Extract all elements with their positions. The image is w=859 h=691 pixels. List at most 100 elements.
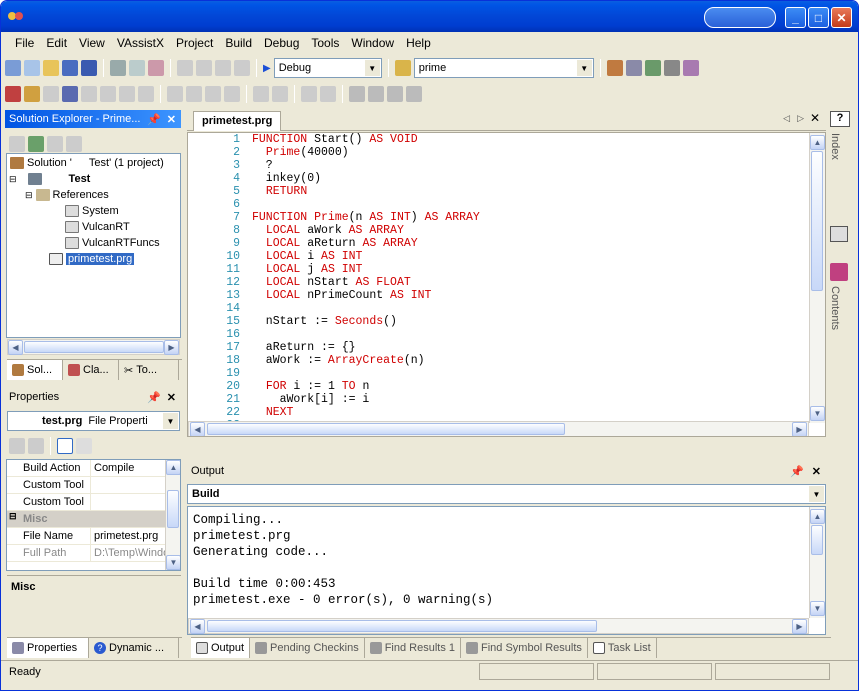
scroll-thumb[interactable] bbox=[207, 620, 597, 632]
code-line[interactable]: aWork := ArrayCreate(n) bbox=[252, 354, 425, 367]
minimize-button[interactable]: _ bbox=[785, 7, 806, 28]
contents-icon[interactable] bbox=[830, 263, 848, 281]
menu-build[interactable]: Build bbox=[219, 36, 258, 50]
code-line[interactable]: nStart := Seconds() bbox=[252, 315, 397, 328]
close-icon[interactable]: ✕ bbox=[167, 391, 176, 404]
tab-solution[interactable]: Sol... bbox=[7, 360, 63, 380]
maximize-button[interactable]: □ bbox=[808, 7, 829, 28]
copy-icon[interactable] bbox=[129, 60, 145, 76]
properties-view-icon[interactable] bbox=[57, 438, 73, 454]
properties-vscroll[interactable]: ▲ ▼ bbox=[165, 460, 180, 570]
code-editor[interactable]: 123456789101112131415161718192021222324 … bbox=[187, 132, 826, 437]
tool-b-icon[interactable] bbox=[100, 86, 116, 102]
output-source-select[interactable]: Build ▼ bbox=[187, 484, 826, 504]
pin-icon[interactable]: 📌 bbox=[147, 113, 161, 126]
tree-node-solution[interactable]: Solution ' Test' (1 project) bbox=[10, 155, 164, 171]
tab-dynamic-help[interactable]: ? Dynamic ... bbox=[89, 638, 179, 658]
tree-node-file[interactable]: primetest.prg bbox=[49, 251, 135, 267]
code-line[interactable]: aReturn := {} bbox=[252, 341, 356, 354]
cpp-icon[interactable] bbox=[43, 86, 59, 102]
collapse-icon[interactable]: ⊟ bbox=[9, 511, 17, 522]
menu-file[interactable]: File bbox=[9, 36, 40, 50]
property-row[interactable]: Custom Tool bbox=[7, 477, 165, 494]
scroll-tabs-right-icon[interactable]: ▷ bbox=[797, 113, 804, 124]
tab-properties[interactable]: Properties bbox=[7, 638, 89, 658]
tab-task-list[interactable]: Task List bbox=[588, 638, 657, 658]
scroll-down-icon[interactable]: ▼ bbox=[810, 601, 825, 616]
scroll-right-icon[interactable]: ▶ bbox=[792, 422, 807, 436]
comment-icon[interactable] bbox=[301, 86, 317, 102]
property-row[interactable]: Build Action Compile bbox=[7, 460, 165, 477]
menu-view[interactable]: View bbox=[73, 36, 111, 50]
code-line[interactable]: LOCAL i AS INT bbox=[252, 250, 363, 263]
categorized-icon[interactable] bbox=[9, 438, 25, 454]
indent-icon[interactable] bbox=[272, 86, 288, 102]
uncomment-icon[interactable] bbox=[320, 86, 336, 102]
code-line[interactable]: LOCAL aWork AS ARRAY bbox=[252, 224, 404, 237]
code-line[interactable]: inkey(0) bbox=[252, 172, 321, 185]
font-size-icon[interactable] bbox=[224, 86, 240, 102]
code-line[interactable]: Prime(40000) bbox=[252, 146, 349, 159]
tab-output[interactable]: Output bbox=[191, 638, 251, 658]
solution-explorer-icon[interactable] bbox=[606, 60, 623, 76]
tab-find-symbol-results[interactable]: Find Symbol Results bbox=[461, 638, 588, 658]
code-line[interactable]: FOR i := 1 TO n bbox=[252, 380, 370, 393]
scroll-down-icon[interactable]: ▼ bbox=[166, 555, 180, 570]
editor-hscroll[interactable]: ◀ ▶ bbox=[188, 421, 809, 436]
tab-find-results[interactable]: Find Results 1 bbox=[365, 638, 462, 658]
properties-header[interactable]: Properties 📌 ✕ bbox=[5, 388, 181, 406]
outdent-icon[interactable] bbox=[253, 86, 269, 102]
menu-help[interactable]: Help bbox=[400, 36, 437, 50]
code-line[interactable]: aWork[i] := i bbox=[252, 393, 370, 406]
navigate-forward-icon[interactable] bbox=[234, 60, 250, 76]
scroll-thumb[interactable] bbox=[24, 341, 164, 353]
menu-window[interactable]: Window bbox=[345, 36, 400, 50]
side-tab-index[interactable]: Index bbox=[829, 133, 841, 160]
close-icon[interactable]: ✕ bbox=[812, 465, 821, 478]
class-view-icon[interactable] bbox=[62, 86, 78, 102]
property-row[interactable]: File Name primetest.prg bbox=[7, 528, 165, 545]
menu-debug[interactable]: Debug bbox=[258, 36, 305, 50]
scroll-left-icon[interactable]: ◀ bbox=[190, 422, 205, 436]
title-bar[interactable]: _ □ ✕ bbox=[1, 1, 858, 32]
code-line[interactable]: NEXT bbox=[252, 406, 294, 419]
scroll-thumb[interactable] bbox=[167, 490, 179, 528]
code-line[interactable]: LOCAL nStart AS FLOAT bbox=[252, 276, 411, 289]
add-item-icon[interactable] bbox=[24, 60, 40, 76]
spell-check-icon[interactable] bbox=[138, 86, 154, 102]
menu-project[interactable]: Project bbox=[170, 36, 219, 50]
output-header[interactable]: Output 📌 ✕ bbox=[187, 462, 826, 480]
code-line[interactable]: ? bbox=[252, 159, 273, 172]
menu-edit[interactable]: Edit bbox=[40, 36, 73, 50]
scroll-tabs-left-icon[interactable]: ◁ bbox=[783, 113, 790, 124]
scroll-up-icon[interactable]: ▲ bbox=[166, 460, 180, 475]
configuration-select[interactable]: Debug ▼ bbox=[273, 58, 382, 78]
new-project-icon[interactable] bbox=[5, 60, 21, 76]
tab-primetest[interactable]: primetest.prg bbox=[193, 111, 282, 131]
tree-node-ref-vulcanrt[interactable]: VulcanRT bbox=[65, 219, 130, 235]
find-combo[interactable]: prime ▼ bbox=[413, 58, 594, 78]
tool-c-icon[interactable] bbox=[119, 86, 135, 102]
more-icon[interactable] bbox=[682, 60, 699, 76]
properties-object-select[interactable]: test.prg File Properti ▼ bbox=[7, 411, 180, 431]
properties-window-icon[interactable] bbox=[625, 60, 642, 76]
redo-icon[interactable] bbox=[196, 60, 212, 76]
property-pages-icon[interactable] bbox=[76, 438, 92, 454]
scroll-up-icon[interactable]: ▲ bbox=[810, 509, 825, 524]
code-line[interactable]: FUNCTION Prime(n AS INT) AS ARRAY bbox=[252, 211, 480, 224]
close-icon[interactable]: ✕ bbox=[167, 113, 176, 126]
menu-tools[interactable]: Tools bbox=[305, 36, 345, 50]
view-designer-icon[interactable] bbox=[66, 136, 82, 152]
scroll-up-icon[interactable]: ▲ bbox=[810, 135, 825, 150]
format-c-icon[interactable] bbox=[205, 86, 221, 102]
start-icon[interactable]: ▶ bbox=[263, 63, 271, 74]
code-line[interactable]: FUNCTION Start() AS VOID bbox=[252, 133, 418, 146]
properties-icon[interactable] bbox=[9, 136, 25, 152]
undo-icon[interactable] bbox=[177, 60, 193, 76]
pin-icon[interactable]: 📌 bbox=[147, 391, 161, 404]
refresh-icon[interactable] bbox=[28, 136, 44, 152]
tree-node-references[interactable]: ⊟ References bbox=[25, 187, 109, 203]
property-value[interactable] bbox=[91, 477, 165, 493]
tree-node-ref-vulcanrtfuncs[interactable]: VulcanRTFuncs bbox=[65, 235, 160, 251]
scroll-thumb[interactable] bbox=[207, 423, 565, 435]
